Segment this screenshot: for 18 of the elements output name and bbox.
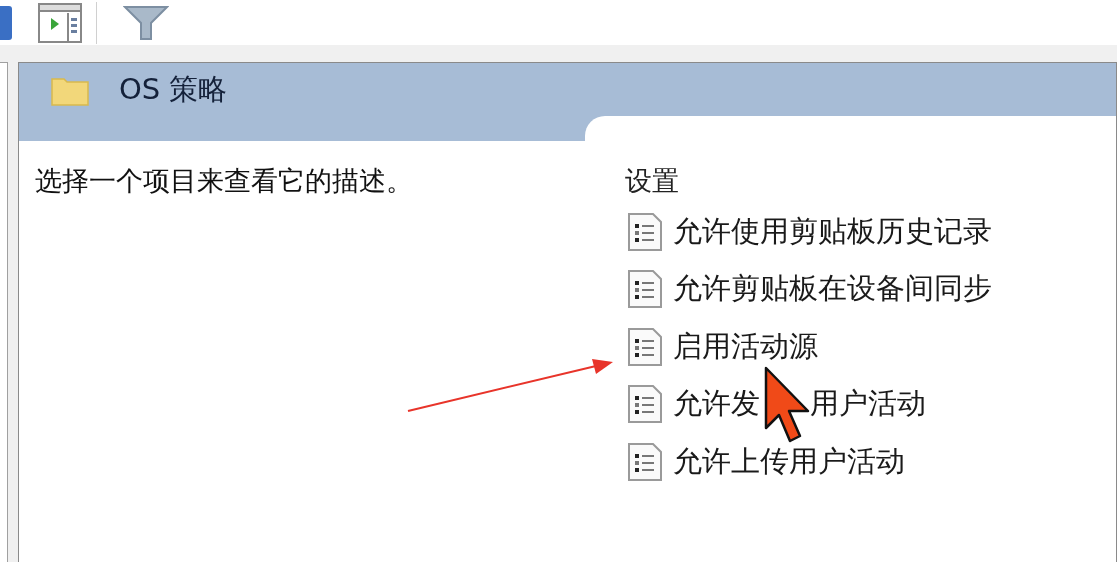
setting-item[interactable]: 允许使用剪贴板历史记录 (673, 211, 992, 252)
setting-icon (627, 326, 663, 367)
description-text: 选择一个项目来查看它的描述。 (35, 164, 413, 198)
filter-icon[interactable] (123, 4, 169, 41)
cursor-icon (764, 366, 810, 444)
setting-item[interactable]: 允许上传用户活动 (673, 441, 905, 482)
setting-icon (627, 269, 663, 310)
setting-icon (627, 384, 663, 425)
setting-icon (627, 211, 663, 252)
panel-title: OS 策略 (119, 70, 228, 108)
setting-item[interactable]: 允许剪贴板在设备间同步 (673, 269, 992, 310)
setting-icon (627, 441, 663, 482)
panel-toggle-icon[interactable] (38, 2, 82, 43)
setting-item[interactable]: 启用活动源 (673, 326, 818, 367)
help-icon[interactable] (0, 5, 12, 40)
column-heading: 设置 (625, 164, 680, 198)
setting-item[interactable]: 允许发 (673, 384, 760, 425)
setting-item-rest[interactable]: 用户活动 (810, 384, 926, 425)
